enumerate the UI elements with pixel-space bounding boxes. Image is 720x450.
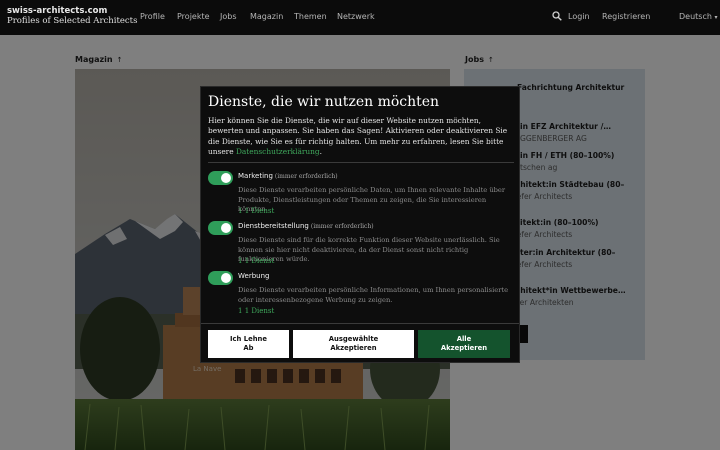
description-end: . xyxy=(319,147,323,157)
search-icon[interactable] xyxy=(552,11,562,21)
reject-all-button[interactable]: Ich Lehne Ab xyxy=(208,330,289,358)
service-count-toggle[interactable]: 1 1 Dienst xyxy=(238,207,274,215)
button-label-line2: Akzeptieren xyxy=(330,344,377,352)
accept-selected-button[interactable]: Ausgewählte Akzeptieren xyxy=(293,330,414,358)
brand-logo[interactable]: swiss-architects.com Profiles of Selecte… xyxy=(7,6,137,26)
service-count-toggle[interactable]: 1 1 Dienst xyxy=(238,307,274,315)
service-provision-title: Dienstbereitstellung (immer erforderlich) xyxy=(238,222,374,230)
divider xyxy=(201,323,519,324)
privacy-policy-link[interactable]: Datenschutzerklärung xyxy=(236,147,320,156)
advertising-toggle[interactable] xyxy=(208,271,233,285)
button-label-line1: Ich Lehne xyxy=(230,335,267,343)
brand-tagline: Profiles of Selected Architects xyxy=(7,16,138,26)
login-link[interactable]: Login xyxy=(568,12,590,21)
accept-all-button[interactable]: Alle Akzeptieren xyxy=(418,330,510,358)
service-description: Diese Dienste sind für die korrekte Funk… xyxy=(238,236,500,264)
marketing-toggle[interactable] xyxy=(208,171,233,185)
toggle-knob xyxy=(221,273,231,283)
service-name: Werbung xyxy=(238,272,270,280)
service-marketing-title: Marketing (immer erforderlich) xyxy=(238,172,338,180)
service-required-note: (immer erforderlich) xyxy=(274,173,338,180)
chevron-down-icon: ▾ xyxy=(714,14,718,21)
service-advertising-title: Werbung xyxy=(238,272,269,280)
dialog-title: Dienste, die wir nutzen möchten xyxy=(208,94,440,110)
brand-name: swiss-architects.com xyxy=(7,6,108,16)
nav-item-magazin[interactable]: Magazin xyxy=(250,12,283,21)
service-count: 1 Dienst xyxy=(244,207,275,215)
button-label-line2: Akzeptieren xyxy=(440,344,488,352)
service-name: Dienstbereitstellung xyxy=(238,222,309,230)
top-navigation-bar: swiss-architects.com Profiles of Selecte… xyxy=(0,0,720,35)
button-label-line1: Ausgewählte xyxy=(328,335,379,343)
cookie-consent-dialog: Dienste, die wir nutzen möchten Hier kön… xyxy=(200,86,520,363)
service-provision-toggle[interactable] xyxy=(208,221,233,235)
toggle-knob xyxy=(221,223,231,233)
divider xyxy=(208,162,514,163)
nav-item-projekte[interactable]: Projekte xyxy=(177,12,210,21)
service-count: 1 Dienst xyxy=(244,307,275,315)
service-required-note: (immer erforderlich) xyxy=(310,223,374,230)
nav-item-themen[interactable]: Themen xyxy=(294,12,327,21)
service-count: 1 Dienst xyxy=(244,257,275,265)
expand-prefix: 1 xyxy=(238,307,243,315)
service-description: Diese Dienste verarbeiten persönliche Da… xyxy=(238,186,506,214)
nav-item-jobs[interactable]: Jobs xyxy=(220,12,237,21)
service-count-toggle[interactable]: 1 1 Dienst xyxy=(238,257,274,265)
button-label-line2: Ab xyxy=(243,344,254,352)
service-description: Diese Dienste verarbeiten persönliche In… xyxy=(238,286,509,304)
language-label: Deutsch xyxy=(679,12,712,21)
service-name: Marketing xyxy=(238,172,273,180)
expand-prefix: 1 xyxy=(238,257,243,265)
nav-item-profile[interactable]: Profile xyxy=(140,12,165,21)
expand-prefix: 1 xyxy=(238,207,243,215)
language-selector[interactable]: Deutsch ▾ xyxy=(679,12,718,21)
toggle-knob xyxy=(221,173,231,183)
register-link[interactable]: Registrieren xyxy=(602,12,650,21)
button-label-line1: Alle xyxy=(456,335,472,343)
nav-item-netzwerk[interactable]: Netzwerk xyxy=(337,12,375,21)
dialog-description: Hier können Sie die Dienste, die wir auf… xyxy=(208,116,514,158)
